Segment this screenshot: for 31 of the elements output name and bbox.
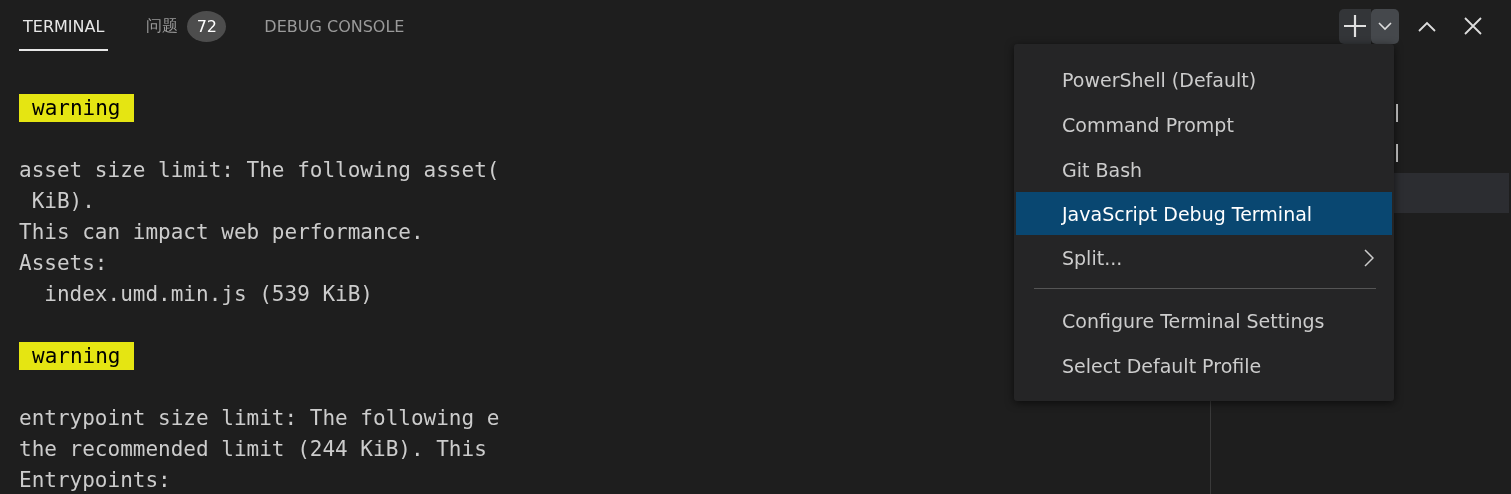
- terminal-output-line: KiB).: [30, 189, 95, 213]
- menu-item-label: Split...: [1062, 246, 1124, 269]
- panel-tab[interactable]: TERMINAL: [19, 1, 109, 51]
- menu-item[interactable]: Git Bash: [1016, 147, 1392, 192]
- terminal-output-line: the recommended limit (244 KiB). This: [19, 437, 487, 461]
- tree-guide-icon: [1396, 144, 1398, 162]
- panel-tab[interactable]: 问题 72: [146, 1, 227, 51]
- terminal-output-line: Assets:: [19, 251, 108, 275]
- terminal-output-line: asset size limit: The following asset(: [19, 158, 500, 182]
- chevron-right-icon: [1364, 248, 1374, 267]
- chevron-up-icon: [1418, 20, 1436, 32]
- menu-item[interactable]: PowerShell (Default): [1016, 57, 1392, 102]
- close-icon: [1464, 17, 1482, 35]
- plus-icon: [1343, 14, 1367, 38]
- warning-label: warning: [19, 342, 134, 370]
- menu-item[interactable]: Command Prompt: [1016, 102, 1392, 147]
- new-terminal-button[interactable]: [1339, 8, 1371, 44]
- submenu-item[interactable]: Split...: [1016, 235, 1392, 280]
- terminal-output-line: Entrypoints:: [19, 468, 171, 492]
- profile-dropdown-button[interactable]: [1371, 8, 1399, 44]
- menu-item[interactable]: Select Default Profile: [1016, 343, 1392, 388]
- terminal-output-line: This can impact web performance.: [19, 220, 424, 244]
- menu-item[interactable]: Configure Terminal Settings: [1016, 298, 1392, 343]
- terminal-output-line: entrypoint size limit: The following e: [19, 406, 500, 430]
- tree-guide-icon: [1396, 104, 1398, 122]
- chevron-down-icon: [1378, 21, 1392, 31]
- terminal-output-line: index.umd.min.js (539 KiB): [43, 282, 373, 306]
- count-badge: 72: [187, 10, 227, 42]
- panel-tab[interactable]: DEBUG CONSOLE: [264, 1, 405, 51]
- menu-item[interactable]: JavaScript Debug Terminal: [1016, 192, 1392, 235]
- warning-label: warning: [19, 94, 134, 122]
